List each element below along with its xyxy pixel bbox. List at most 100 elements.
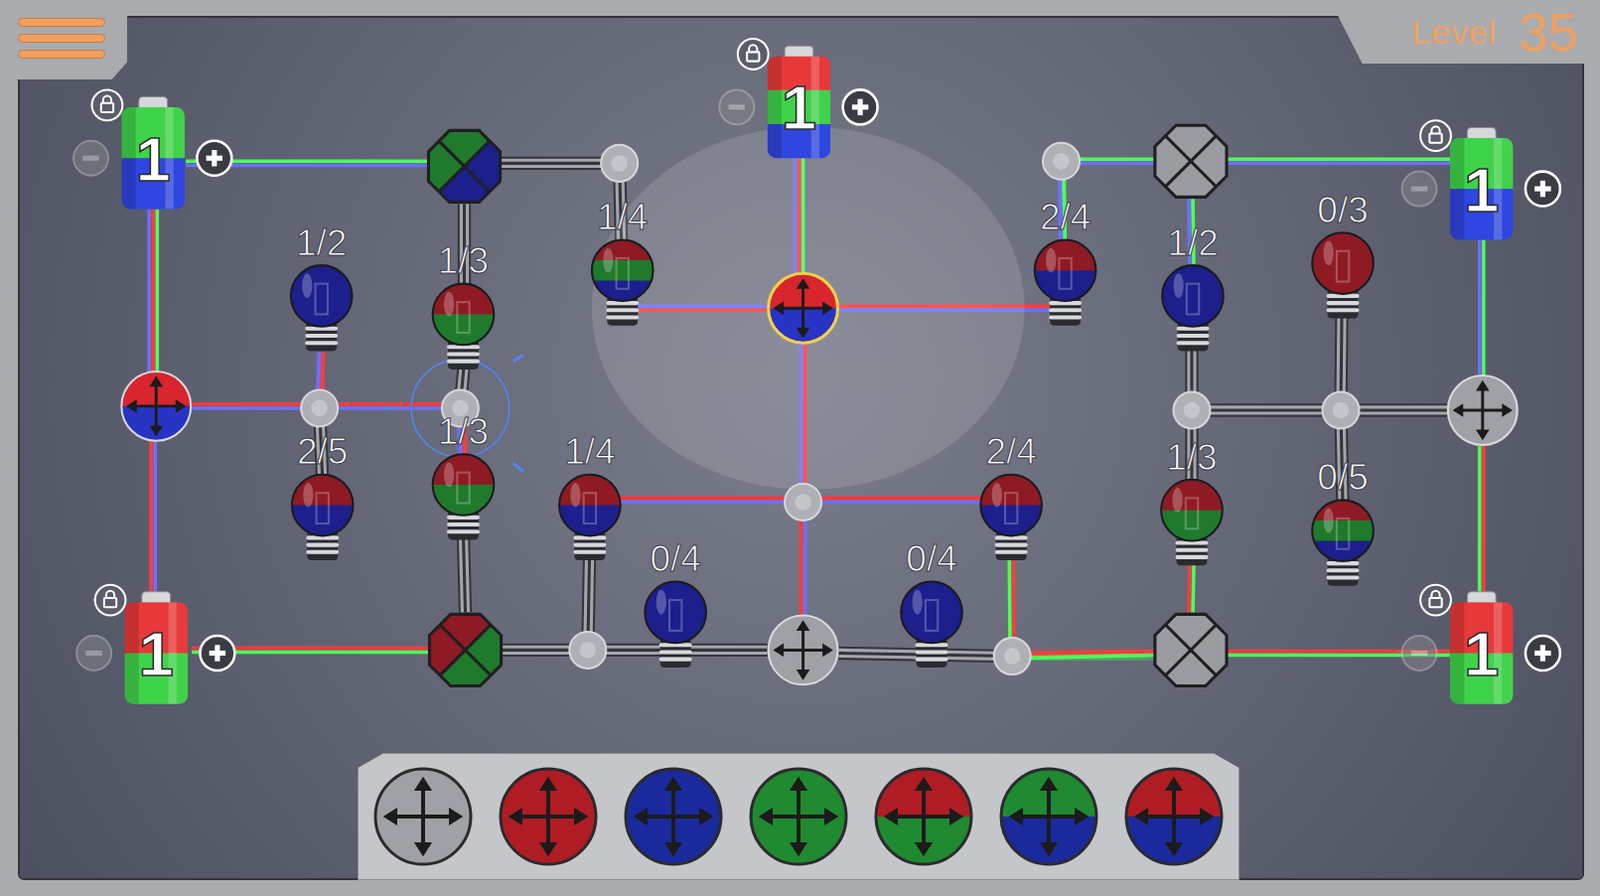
junction-node [994, 637, 1031, 675]
arrows-icon [758, 776, 840, 858]
splitter-node [418, 120, 510, 212]
lock-icon[interactable] [1420, 120, 1452, 151]
menu-bar-icon [17, 33, 106, 43]
arrows-icon [126, 376, 187, 437]
hover-ring [383, 355, 524, 472]
junction-node [1321, 391, 1359, 429]
bulb-label: 2/4 [1039, 196, 1091, 238]
splitter-node [419, 603, 511, 696]
menu-bar-icon [17, 49, 106, 59]
palette-node[interactable] [1123, 765, 1225, 868]
decrease-button[interactable] [1402, 635, 1438, 671]
wire [1479, 239, 1484, 376]
palette-node[interactable] [747, 765, 850, 868]
battery-charge: 1 [1463, 617, 1499, 689]
arrows-icon [1134, 776, 1215, 858]
palette-node[interactable] [872, 765, 975, 868]
bulb: 0/5 [1310, 456, 1375, 586]
junction-node [300, 389, 338, 427]
bulb-label: 1/4 [596, 196, 648, 238]
battery: 1 [719, 38, 877, 159]
wire [803, 497, 991, 502]
bulb: 2/4 [979, 431, 1043, 561]
wire [459, 535, 468, 612]
junction-node [383, 355, 524, 472]
lock-icon[interactable] [95, 584, 127, 616]
bulb-label: 1/2 [1166, 222, 1218, 264]
bulb-label: 0/5 [1316, 456, 1368, 498]
bulb: 1/2 [290, 222, 354, 352]
palette-node[interactable] [497, 765, 599, 868]
wire [1479, 445, 1484, 602]
bulb: 2/5 [290, 431, 355, 561]
menu-button[interactable] [17, 17, 106, 59]
bulb: 0/4 [899, 538, 964, 668]
increase-button[interactable] [1525, 171, 1561, 207]
bulb-label: 2/5 [296, 431, 348, 472]
bulb: 1/3 [1160, 436, 1224, 567]
bulb: 1/3 [432, 240, 496, 370]
wire [319, 404, 461, 409]
wire [1191, 407, 1341, 414]
wire [617, 497, 804, 502]
arrows-icon [1009, 776, 1090, 858]
palette-node[interactable] [372, 765, 474, 868]
mover-node[interactable] [1448, 375, 1518, 445]
arrows-icon [383, 776, 464, 858]
battery: 1 [1402, 120, 1561, 241]
bulb-label: 0/4 [905, 538, 957, 580]
mover-node[interactable] [591, 126, 1025, 490]
increase-button[interactable] [199, 635, 235, 671]
bulb: 1/4 [558, 431, 622, 561]
lock-icon[interactable] [92, 89, 124, 121]
bulb: 2/4 [1033, 196, 1098, 326]
splitter-node [1145, 115, 1237, 207]
lock-icon[interactable] [1420, 584, 1452, 616]
wire [1188, 561, 1194, 612]
wire [1227, 158, 1451, 163]
junction-node [1042, 143, 1080, 180]
bulb: 1/4 [590, 196, 655, 326]
bulb-label: 1/3 [1165, 436, 1217, 478]
mover-node[interactable] [768, 614, 839, 685]
battery-charge: 1 [135, 123, 170, 194]
decrease-button[interactable] [1402, 171, 1438, 207]
lock-icon[interactable] [737, 38, 769, 70]
increase-button[interactable] [1525, 635, 1561, 671]
bulb-label: 1/3 [437, 411, 489, 452]
bulb: 0/4 [643, 538, 708, 668]
increase-button[interactable] [196, 141, 232, 176]
decrease-button[interactable] [719, 89, 754, 125]
wire [148, 209, 157, 373]
battery-charge: 1 [781, 71, 817, 143]
mover-node[interactable] [121, 371, 191, 441]
splitter-node [1145, 603, 1237, 696]
node-palette [357, 752, 1240, 880]
arrows-icon [883, 776, 965, 858]
decrease-button[interactable] [73, 141, 109, 176]
bulb: 1/2 [1161, 222, 1225, 352]
battery: 1 [1402, 584, 1561, 706]
bulb-label: 0/4 [649, 538, 701, 580]
bulb-label: 0/3 [1316, 189, 1368, 231]
battery: 1 [73, 89, 232, 210]
level-number: 35 [1518, 4, 1579, 59]
increase-button[interactable] [843, 89, 878, 125]
level-tab: Level 35 [1329, 0, 1600, 64]
palette-node[interactable] [998, 765, 1100, 868]
battery-charge: 1 [139, 617, 174, 689]
junction-node [569, 631, 606, 669]
palette-node[interactable] [622, 765, 725, 868]
level-label: Level [1411, 14, 1497, 49]
menu-tab [0, 0, 128, 80]
arrows-icon [772, 619, 834, 681]
bulb-label: 1/2 [295, 222, 347, 264]
battery: 1 [76, 584, 235, 706]
menu-bar-icon [17, 17, 106, 27]
junction-node [600, 145, 638, 182]
bulb-label: 2/4 [985, 431, 1036, 472]
decrease-button[interactable] [76, 635, 112, 671]
bulb: 0/3 [1310, 189, 1375, 319]
selection-area [591, 126, 1025, 490]
junction-node [784, 483, 822, 521]
